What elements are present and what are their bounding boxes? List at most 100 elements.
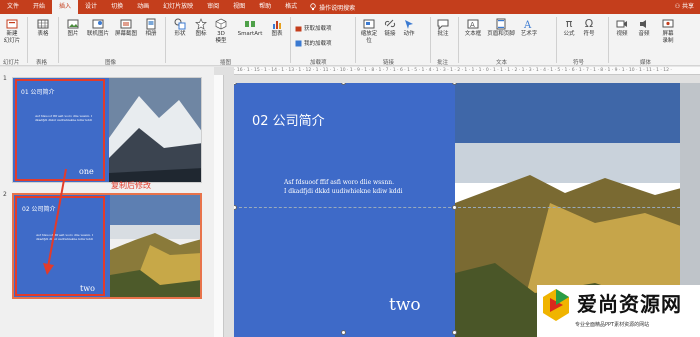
thumbnail-word: one (79, 167, 94, 176)
screenshot-button[interactable]: 屏幕截图 (112, 16, 140, 38)
header-footer-button[interactable]: 页眉和页脚 (486, 16, 516, 38)
ruler-scale: · 16 · 1 · 15 · 1 · 14 · 1 · 13 · 1 · 12… (234, 68, 672, 73)
tab-insert[interactable]: 插入 (52, 0, 79, 14)
album-icon (146, 18, 156, 30)
icons-label: 图标 (195, 31, 207, 37)
screen-recording-label: 屏幕 录制 (662, 31, 674, 44)
screen-record-icon (662, 19, 674, 28)
video-label: 视频 (616, 31, 628, 37)
video-button[interactable]: 视频 (612, 16, 632, 38)
speaker-icon (640, 20, 646, 28)
annotation-copy-modify: 复制后修改 (111, 181, 151, 190)
lightbulb-icon (310, 3, 316, 11)
svg-text:A: A (523, 20, 532, 30)
horizontal-ruler: · 16 · 1 · 15 · 1 · 14 · 1 · 13 · 1 · 12… (234, 67, 700, 75)
group-tables-label: 表格 (36, 60, 48, 66)
album-button[interactable]: 相册 (141, 16, 161, 38)
resize-handle[interactable] (452, 205, 457, 210)
tab-design[interactable]: 设计 (78, 0, 104, 14)
audio-label: 音频 (638, 31, 650, 37)
new-slide-label: 新建 幻灯片 (3, 31, 21, 44)
chart-label: 图表 (271, 31, 283, 37)
share-icon: ⚇ (674, 3, 682, 10)
group-divider (608, 17, 609, 63)
smartart-button[interactable]: SmartArt (233, 16, 267, 38)
audio-button[interactable]: 音频 (634, 16, 654, 38)
slide-number: 1 (3, 75, 7, 82)
tell-me-search[interactable]: 操作说明搜索 (310, 3, 355, 12)
action-button[interactable]: 动作 (400, 16, 418, 38)
comment-button[interactable]: 批注 (434, 16, 452, 38)
table-icon (37, 19, 49, 29)
group-divider (430, 17, 431, 63)
slide-body-line-1: Asf fdsuoof ffif asfi woro dlie wssnn. (284, 179, 394, 186)
tab-file[interactable]: 文件 (0, 0, 26, 14)
wordart-icon: A (523, 20, 532, 30)
chart-icon (273, 21, 281, 29)
thumbnail-word: two (80, 284, 95, 293)
tab-review[interactable]: 审阅 (200, 0, 226, 14)
tab-view[interactable]: 视图 (226, 0, 252, 14)
zoom-button[interactable]: 缩放定 位 (358, 16, 380, 45)
group-divider (355, 17, 356, 63)
group-text-label: 文本 (496, 60, 508, 66)
group-divider (58, 17, 59, 63)
watermark-title: 爱尚资源网 (577, 292, 682, 316)
group-divider (165, 17, 166, 63)
group-divider (458, 17, 459, 63)
action-label: 动作 (403, 31, 415, 37)
get-addins-label: 获取加载项 (304, 26, 332, 32)
resize-handle[interactable] (452, 330, 457, 335)
slide-body-text[interactable]: Asf fdsuoof ffif asfi woro dlie wssnn. I… (284, 178, 434, 196)
tab-animations[interactable]: 动画 (130, 0, 156, 14)
tab-transitions[interactable]: 切换 (104, 0, 130, 14)
new-slide-button[interactable]: 新建 幻灯片 (2, 16, 22, 45)
chart-button[interactable]: 图表 (268, 16, 286, 38)
new-slide-icon (6, 19, 18, 29)
tab-home[interactable]: 开始 (26, 0, 52, 14)
shapes-button[interactable]: 形状 (170, 16, 190, 38)
link-icon (384, 19, 396, 28)
screenshot-label: 屏幕截图 (114, 31, 137, 37)
get-addins-button[interactable]: 获取加载项 (295, 24, 332, 32)
share-label: 共享 (681, 3, 694, 10)
guide-line (234, 207, 700, 208)
textbox-button[interactable]: A 文本框 (462, 16, 484, 38)
shapes-label: 形状 (174, 31, 186, 37)
addins-icon (295, 40, 302, 46)
screen-recording-button[interactable]: 屏幕 录制 (656, 16, 680, 45)
online-picture-button[interactable]: 联机图片 (85, 16, 111, 38)
symbol-button[interactable]: Ω 符号 (580, 16, 598, 38)
icons-icon (195, 18, 207, 30)
slide-word[interactable]: two (389, 295, 421, 315)
tab-help[interactable]: 帮助 (252, 0, 278, 14)
tab-format[interactable]: 格式 (278, 0, 304, 14)
picture-icon (67, 19, 79, 29)
table-button[interactable]: 表格 (32, 16, 54, 38)
vertical-ruler (214, 75, 224, 337)
video-icon (616, 20, 627, 28)
picture-button[interactable]: 图片 (62, 16, 84, 38)
group-links-label: 链接 (383, 60, 395, 66)
icons-button[interactable]: 图标 (192, 16, 210, 38)
omega-icon: Ω (584, 17, 594, 30)
group-images-label: 图像 (105, 60, 117, 66)
watermark: 爱尚资源网 专业全面精品PPT素材资源的网站 (537, 285, 700, 337)
ribbon-insert: 新建 幻灯片 幻灯片 表格 表格 图片 联机图片 屏幕截图 相册 图像 形状 图… (0, 14, 700, 66)
my-addins-button[interactable]: 我的加载项 (295, 39, 332, 47)
shapes-icon (174, 18, 186, 30)
wordart-button[interactable]: A 艺术字 (518, 16, 540, 38)
link-button[interactable]: 链接 (382, 16, 398, 38)
share-button[interactable]: ⚇ 共享 (675, 0, 694, 14)
tab-slideshow[interactable]: 幻灯片放映 (156, 0, 200, 14)
group-divider (290, 17, 291, 63)
resize-handle[interactable] (341, 330, 346, 335)
slide-title[interactable]: 02 公司简介 (252, 110, 325, 129)
equation-button[interactable]: π 公式 (560, 16, 578, 38)
3d-models-button[interactable]: 3D 模型 (212, 16, 230, 45)
watermark-subtitle: 专业全面精品PPT素材资源的网站 (575, 322, 650, 328)
thumbnail-title: 01 公司简介 (21, 89, 55, 96)
album-label: 相册 (145, 31, 157, 37)
smartart-label: SmartArt (237, 31, 263, 37)
group-divider (27, 17, 28, 63)
